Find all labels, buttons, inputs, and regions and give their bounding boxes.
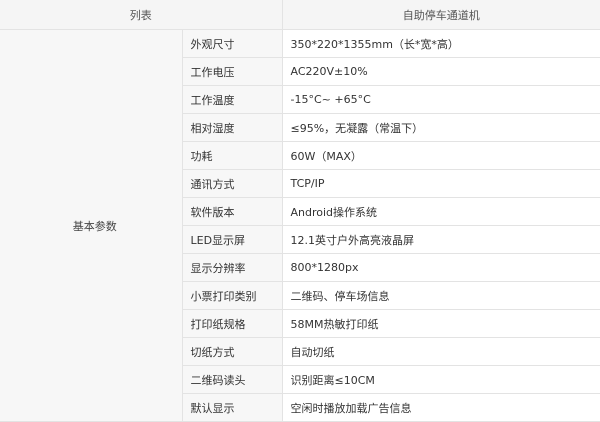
param-name: 默认显示 [182,393,283,422]
param-name: 功耗 [182,141,283,170]
param-value: 自动切纸 [281,337,600,366]
table-header-row: 列表 自助停车通道机 [0,0,600,30]
param-name: 相对湿度 [182,113,283,142]
param-name: 打印纸规格 [182,309,283,338]
param-value: -15°C~ +65°C [281,85,600,114]
param-value: 空闲时播放加载广告信息 [281,393,600,422]
table-row: 基本参数 外观尺寸 350*220*1355mm（长*宽*高） [0,29,600,422]
param-name: 小票打印类别 [182,281,283,310]
param-value: 12.1英寸户外高亮液晶屏 [281,225,600,254]
param-value: ≤95%，无凝露（常温下） [281,113,600,142]
param-name: 外观尺寸 [181,29,283,58]
header-product: 自助停车通道机 [281,0,600,30]
param-name: 工作温度 [182,85,283,114]
param-name: 二维码读头 [182,365,283,394]
param-value: TCP/IP [281,169,600,198]
param-value: Android操作系统 [281,197,600,226]
param-name: 工作电压 [182,57,283,86]
param-name: 通讯方式 [182,169,283,198]
param-value: AC220V±10% [281,57,600,86]
param-name: 切纸方式 [182,337,283,366]
group-label: 基本参数 [0,29,183,422]
param-value: 58MM热敏打印纸 [281,309,600,338]
header-list: 列表 [0,0,283,30]
spec-table: 列表 自助停车通道机 基本参数 外观尺寸 350*220*1355mm（长*宽*… [0,0,600,422]
param-value: 60W（MAX） [281,141,600,170]
param-value: 识别距离≤10CM [281,365,600,394]
param-name: 软件版本 [182,197,283,226]
param-value: 二维码、停车场信息 [281,281,600,310]
param-value: 350*220*1355mm（长*宽*高） [281,29,600,58]
param-name: 显示分辨率 [182,253,283,282]
param-value: 800*1280px [281,253,600,282]
param-name: LED显示屏 [182,225,283,254]
